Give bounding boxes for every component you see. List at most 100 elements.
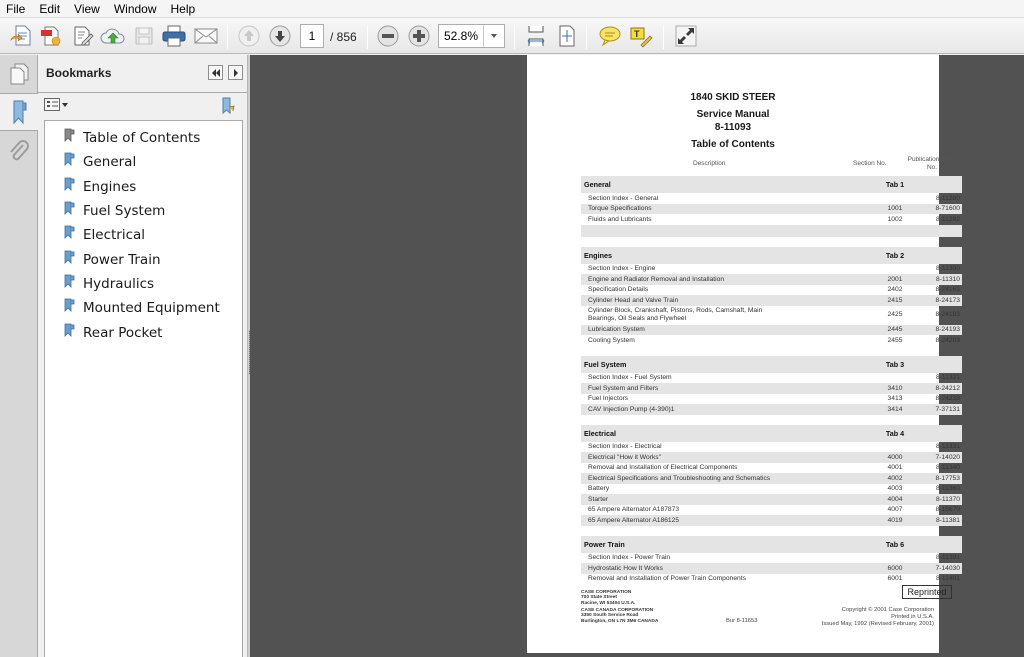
zoom-level-value[interactable]: 52.8% bbox=[439, 25, 484, 47]
menu-bar: File Edit View Window Help bbox=[0, 0, 1024, 17]
toc-pub-no: 8-24163 bbox=[935, 286, 960, 294]
edit-pdf-icon bbox=[74, 26, 94, 46]
panel-title: Bookmarks bbox=[46, 66, 112, 80]
bookmark-icon bbox=[64, 250, 75, 264]
section-name: Electrical bbox=[584, 428, 616, 438]
pdf-page: 1840 SKID STEER Service Manual 8-11093 T… bbox=[527, 55, 962, 653]
bookmark-item[interactable]: Electrical bbox=[45, 223, 242, 247]
toc-section-no: 2425 bbox=[887, 311, 903, 318]
expand-bookmark-button[interactable] bbox=[220, 97, 238, 118]
bookmark-item[interactable]: Power Train bbox=[45, 247, 242, 271]
panel-header: Bookmarks bbox=[38, 55, 247, 93]
previous-page-button[interactable] bbox=[236, 23, 262, 49]
comment-button[interactable] bbox=[597, 23, 623, 49]
bookmark-label: General bbox=[83, 154, 137, 171]
toc-description: Section Index - Power Train bbox=[588, 554, 671, 562]
section-tab: Tab 3 bbox=[885, 359, 905, 369]
bookmark-options-button[interactable] bbox=[44, 98, 68, 111]
toc-description: Hydrostatic How It Works bbox=[588, 564, 663, 572]
bookmark-icon bbox=[64, 323, 75, 337]
toc-description: Section Index - General bbox=[588, 194, 659, 202]
toc-row: Section Index - Power Train 8-11391 bbox=[581, 553, 962, 564]
footer-company-canada: CASE CANADA CORPORATION 3350 South Servi… bbox=[581, 608, 658, 624]
toc-pub-no: 8-11340 bbox=[935, 464, 960, 472]
toc-description: Section Index - Electrical bbox=[588, 443, 662, 451]
toc-pub-no: 8-11331 bbox=[935, 443, 960, 451]
bookmarks-panel-button[interactable] bbox=[0, 93, 39, 131]
section-tab: Tab 6 bbox=[885, 539, 905, 549]
zoom-out-button[interactable] bbox=[375, 23, 401, 49]
toc-row: Fluids and Lubricants 1002 8-11292 bbox=[581, 214, 962, 225]
menu-window[interactable]: Window bbox=[114, 2, 157, 16]
page-thumbnails-button[interactable] bbox=[0, 55, 38, 93]
toc-pub-no: 8-11321 bbox=[935, 374, 960, 382]
save-button[interactable] bbox=[131, 23, 157, 49]
toc-section-no: 4002 bbox=[887, 474, 903, 482]
create-pdf-icon bbox=[10, 25, 31, 46]
zoom-in-button[interactable] bbox=[406, 23, 432, 49]
attachments-button[interactable] bbox=[0, 133, 38, 171]
toc-pub-no: 8-24183 bbox=[935, 311, 960, 318]
page-number-input[interactable]: 1 bbox=[300, 24, 324, 48]
toc-description: Starter bbox=[588, 495, 609, 503]
print-button[interactable] bbox=[161, 23, 187, 49]
toc-row: Electrical Specifications and Troublesho… bbox=[581, 473, 962, 484]
toc-description: Fuel System and Filters bbox=[588, 384, 659, 392]
menu-help[interactable]: Help bbox=[171, 2, 196, 16]
next-page-button[interactable] bbox=[267, 23, 293, 49]
bookmark-item[interactable]: Rear Pocket bbox=[45, 320, 242, 344]
toc-pub-no: 7-14030 bbox=[935, 564, 960, 572]
chevron-down-icon bbox=[491, 34, 497, 38]
toc-row: Cooling System 2455 8-24203 bbox=[581, 335, 962, 346]
column-header-description: Description bbox=[693, 160, 726, 167]
collapse-panel-button[interactable] bbox=[208, 65, 223, 80]
bookmark-item[interactable]: Table of Contents bbox=[45, 126, 242, 150]
reprinted-stamp: Reprinted bbox=[902, 585, 952, 599]
document-view[interactable]: 1840 SKID STEER Service Manual 8-11093 T… bbox=[250, 55, 1024, 657]
highlight-text-button[interactable]: T bbox=[628, 23, 654, 49]
full-screen-button[interactable] bbox=[673, 23, 699, 49]
toc-row: CAV Injection Pump (4-390)1 3414 7-37131 bbox=[581, 404, 962, 415]
scrolling-mode-button[interactable] bbox=[523, 23, 549, 49]
column-header-section: Section No. bbox=[853, 160, 887, 167]
menu-view[interactable]: View bbox=[74, 2, 100, 16]
email-button[interactable] bbox=[193, 23, 219, 49]
toc-pub-no: 8-24233 bbox=[935, 395, 960, 403]
zoom-dropdown-button[interactable] bbox=[484, 25, 504, 47]
toc-description: Lubrication System bbox=[588, 326, 645, 334]
combine-files-button[interactable] bbox=[38, 23, 64, 49]
toc-row: 65 Ampere Alternator A186125 4019 8-11381 bbox=[581, 515, 962, 526]
toc-section-no: 2445 bbox=[887, 326, 903, 334]
toolbar: 1 / 856 52.8% T bbox=[0, 17, 1024, 54]
toc-row: Removal and Installation of Power Train … bbox=[581, 574, 962, 585]
toc-row: Cylinder Head and Valve Train 2415 8-24173 bbox=[581, 295, 962, 306]
zoom-level-select[interactable]: 52.8% bbox=[438, 24, 505, 48]
arrow-up-icon bbox=[238, 25, 260, 47]
printer-icon bbox=[162, 25, 186, 47]
toc-description: Fuel Injectors bbox=[588, 395, 629, 403]
bookmark-label: Fuel System bbox=[83, 203, 166, 220]
bookmark-item[interactable]: General bbox=[45, 150, 242, 174]
bookmark-item[interactable]: Fuel System bbox=[45, 199, 242, 223]
toc-description: Electrical Specifications and Troublesho… bbox=[588, 474, 771, 482]
toc-blank-row bbox=[581, 224, 962, 237]
toc-row: Fuel System and Filters 3410 8-24212 bbox=[581, 383, 962, 394]
menu-file[interactable]: File bbox=[6, 2, 25, 16]
section-name: Fuel System bbox=[584, 359, 627, 369]
create-pdf-button[interactable] bbox=[8, 23, 34, 49]
menu-edit[interactable]: Edit bbox=[39, 2, 60, 16]
column-header-publication: Publication Form No. bbox=[905, 156, 959, 172]
upload-cloud-button[interactable] bbox=[100, 23, 126, 49]
bookmark-item[interactable]: Mounted Equipment bbox=[45, 296, 242, 320]
toc-pub-no: 8-11370 bbox=[935, 495, 960, 503]
toc-section-no: 1001 bbox=[887, 205, 903, 213]
bookmark-expand-icon bbox=[222, 97, 235, 115]
edit-pdf-button[interactable] bbox=[70, 23, 96, 49]
toolbar-separator bbox=[367, 25, 368, 49]
bookmark-item[interactable]: Engines bbox=[45, 175, 242, 199]
fit-page-button[interactable] bbox=[554, 23, 580, 49]
section-name: Power Train bbox=[584, 539, 625, 549]
panel-menu-button[interactable] bbox=[228, 65, 243, 80]
bookmark-item[interactable]: Hydraulics bbox=[45, 272, 242, 296]
